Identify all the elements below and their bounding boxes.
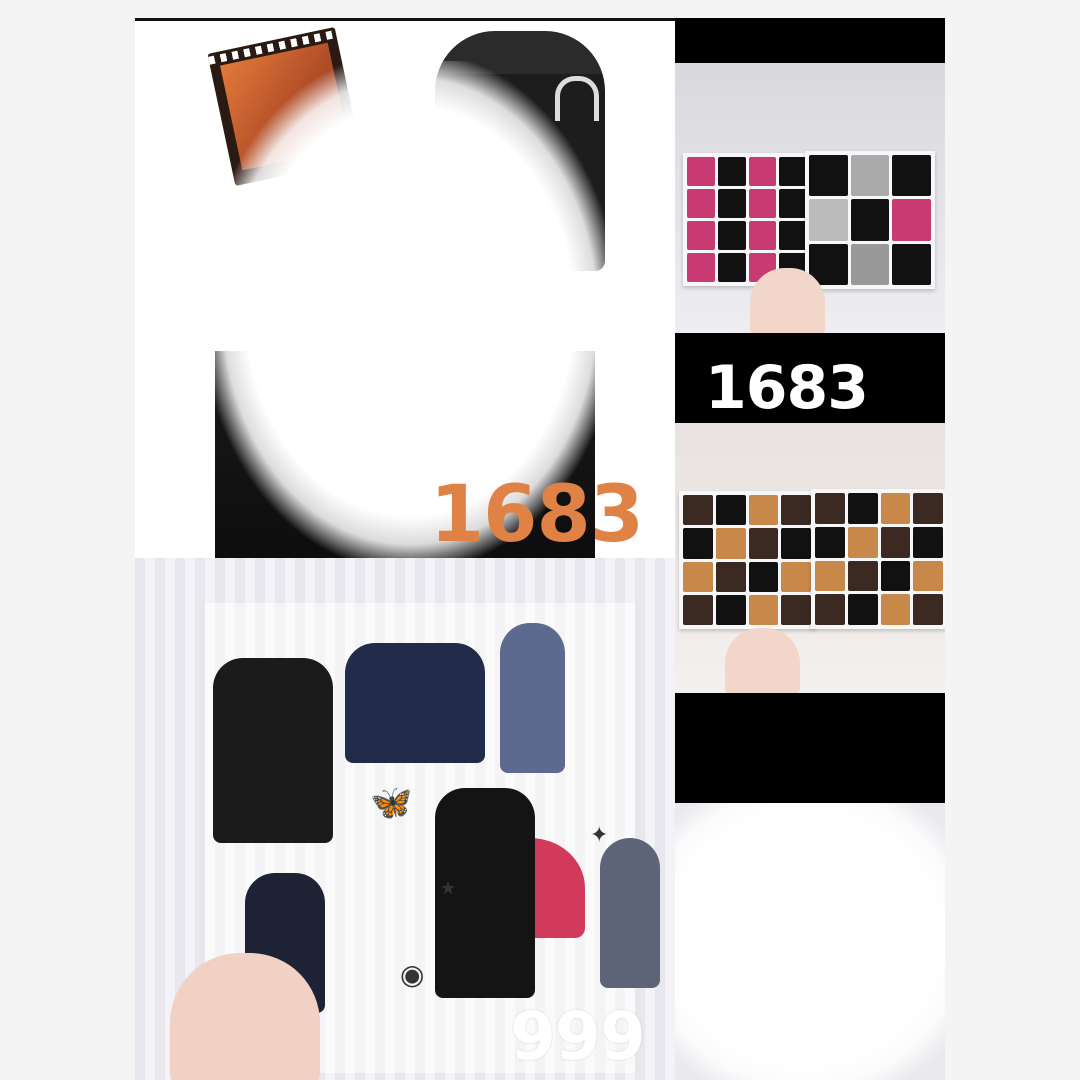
- sticker-sheet-right: [811, 489, 945, 629]
- panel-bottom-right: [675, 803, 945, 1080]
- figure-grey-suit: [600, 838, 660, 988]
- panel-sticker-sheet-warm: [675, 423, 945, 693]
- product-collage: 1683 1683 🦋 ★ ✦ ◉ 999: [135, 18, 945, 1080]
- star-icon: ✦: [590, 823, 609, 848]
- sticker-sheet-left: [683, 153, 811, 286]
- sticker-sheet-right: [805, 151, 935, 289]
- hand: [170, 953, 320, 1080]
- hand: [725, 628, 800, 693]
- blur-overlay: [675, 803, 945, 1080]
- black-strip: [675, 693, 945, 803]
- panel-bottom-left: 🦋 ★ ✦ ◉ 999: [135, 558, 675, 1080]
- price-label-top-left: 1683: [429, 470, 644, 558]
- figure-stool: [500, 623, 565, 773]
- figure-seated: [345, 643, 485, 763]
- figure-robed: [213, 658, 333, 843]
- right-column: 1683: [675, 18, 945, 1080]
- hand: [750, 268, 825, 333]
- star-icon: ★: [440, 878, 457, 899]
- black-strip: [675, 18, 945, 63]
- sticker-sheet-left: [679, 491, 815, 629]
- panel-sticker-sheet-pink: [675, 63, 945, 333]
- price-label-right: 1683: [705, 353, 869, 423]
- butterfly-icon: 🦋: [370, 783, 413, 823]
- vinyl-record-icon: ◉: [400, 958, 425, 991]
- price-label-bottom-left: 999: [510, 998, 646, 1075]
- panel-top-left: 1683: [135, 21, 675, 558]
